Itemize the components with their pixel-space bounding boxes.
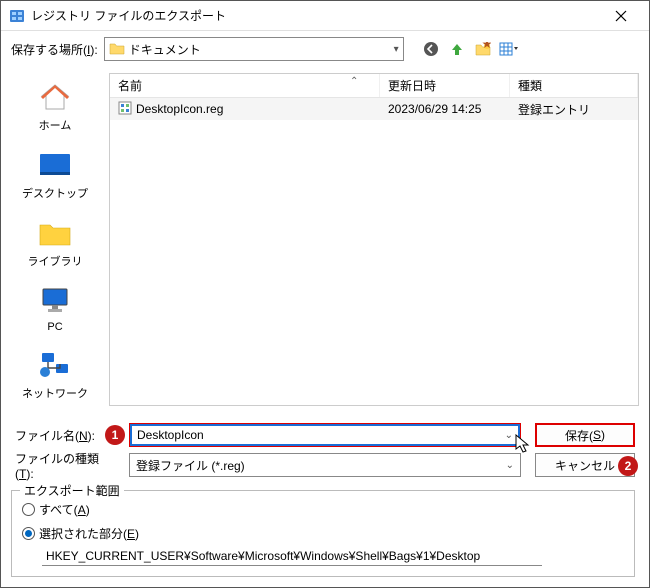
- place-pc[interactable]: PC: [15, 279, 95, 337]
- reg-file-icon: [118, 101, 132, 118]
- cancel-button[interactable]: キャンセル 2: [535, 453, 635, 477]
- file-type: 登録エントリ: [510, 101, 638, 118]
- export-range-group: エクスポート範囲 すべて(A) 選択された部分(E) HKEY_CURRENT_…: [11, 490, 635, 577]
- close-button[interactable]: [601, 2, 641, 30]
- up-arrow-icon: [449, 41, 465, 57]
- file-list-header[interactable]: 名前 ⌃ 更新日時 種類: [110, 74, 638, 98]
- svg-text:★: ★: [481, 42, 490, 51]
- radio-icon: [22, 503, 35, 516]
- close-icon: [615, 10, 627, 22]
- window-title: レジストリ ファイルのエクスポート: [31, 7, 601, 24]
- radio-icon: [22, 527, 35, 540]
- back-button[interactable]: [420, 38, 442, 60]
- chevron-down-icon[interactable]: ⌄: [505, 430, 513, 441]
- filetype-value: 登録ファイル (*.reg): [136, 457, 245, 474]
- back-arrow-icon: [423, 41, 439, 57]
- selected-branch-path[interactable]: HKEY_CURRENT_USER¥Software¥Microsoft¥Win…: [42, 547, 542, 566]
- view-menu-button[interactable]: [498, 38, 520, 60]
- filename-label: ファイル名(N):: [15, 427, 109, 444]
- place-home[interactable]: ホーム: [15, 75, 95, 137]
- registry-app-icon: [9, 8, 25, 24]
- file-list-body: DesktopIcon.reg 2023/06/29 14:25 登録エントリ: [110, 98, 638, 405]
- new-folder-icon: ★: [475, 42, 491, 56]
- view-grid-icon: [499, 41, 519, 57]
- libraries-icon: [37, 215, 73, 251]
- location-combobox[interactable]: ドキュメント ▾: [104, 37, 404, 61]
- file-row[interactable]: DesktopIcon.reg 2023/06/29 14:25 登録エントリ: [110, 98, 638, 120]
- column-type[interactable]: 種類: [510, 74, 638, 97]
- desktop-icon: [37, 147, 73, 183]
- titlebar: レジストリ ファイルのエクスポート: [1, 1, 649, 31]
- form-area: ファイル名(N): 1 ⌄ 保存(S) ファイルの種類(T): 登録ファイル (…: [1, 412, 649, 484]
- place-libraries[interactable]: ライブラリ: [15, 211, 95, 273]
- column-date[interactable]: 更新日時: [380, 74, 510, 97]
- filetype-combobox[interactable]: 登録ファイル (*.reg) ⌄: [129, 453, 521, 477]
- places-bar: ホーム デスクトップ ライブラリ PC: [1, 67, 109, 412]
- file-name: DesktopIcon.reg: [136, 102, 223, 116]
- sort-indicator-icon: ⌃: [350, 76, 358, 87]
- new-folder-button[interactable]: ★: [472, 38, 494, 60]
- location-label: 保存する場所(I):: [11, 41, 98, 58]
- filename-input[interactable]: [137, 428, 505, 442]
- chevron-down-icon[interactable]: ⌄: [506, 460, 514, 471]
- export-registry-dialog: レジストリ ファイルのエクスポート 保存する場所(I): ドキュメント ▾ ★: [0, 0, 650, 588]
- file-date: 2023/06/29 14:25: [380, 102, 510, 116]
- home-icon: [37, 79, 73, 115]
- place-network[interactable]: ネットワーク: [15, 343, 95, 405]
- pc-icon: [37, 283, 73, 319]
- up-button[interactable]: [446, 38, 468, 60]
- main-area: ホーム デスクトップ ライブラリ PC: [1, 67, 649, 412]
- radio-selected[interactable]: 選択された部分(E): [22, 523, 624, 543]
- network-icon: [37, 347, 73, 383]
- file-list[interactable]: 名前 ⌃ 更新日時 種類 DesktopIcon.reg 2023/06/29 …: [109, 73, 639, 406]
- location-value: ドキュメント: [129, 41, 201, 58]
- export-range-legend: エクスポート範囲: [20, 482, 124, 499]
- filetype-label: ファイルの種類(T):: [15, 450, 109, 481]
- folder-icon: [109, 41, 125, 58]
- radio-all[interactable]: すべて(A): [22, 499, 624, 519]
- filename-combobox[interactable]: ⌄: [129, 423, 521, 447]
- column-name[interactable]: 名前: [110, 74, 380, 97]
- chevron-down-icon: ▾: [394, 44, 399, 55]
- annotation-badge-1: 1: [105, 425, 125, 445]
- annotation-badge-2: 2: [618, 456, 638, 476]
- save-button[interactable]: 保存(S): [535, 423, 635, 447]
- location-toolbar: 保存する場所(I): ドキュメント ▾ ★: [1, 31, 649, 67]
- place-desktop[interactable]: デスクトップ: [15, 143, 95, 205]
